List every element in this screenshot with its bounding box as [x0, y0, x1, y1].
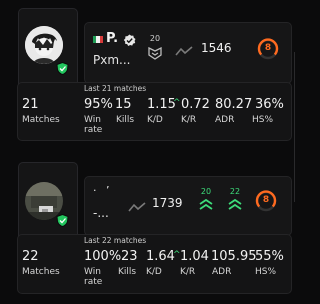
player1-winrate-label-line2: rate: [84, 125, 103, 135]
player1-kd-value: 1.15: [147, 97, 176, 112]
player1-kr-value: 0.72: [181, 97, 210, 112]
player1-nickname[interactable]: Pxm...: [93, 53, 130, 67]
player1-kills-label: Kills: [116, 115, 135, 125]
player2-matches-label: Matches: [22, 267, 60, 277]
player1-elo-trend-icon: [175, 42, 193, 56]
player2-kills-label: Kills: [118, 267, 137, 277]
player2-adr-label: ADR: [212, 267, 232, 277]
player1-rank-number: 20: [149, 34, 161, 43]
player2-last-matches-label: Last 22 matches: [84, 236, 147, 245]
player2-kd-value: 1.64: [146, 249, 175, 264]
player2-hs-label: HS%: [255, 267, 277, 277]
player1-winrate-label: Win rate: [84, 115, 102, 135]
player1-winrate-label-line1: Win: [84, 115, 101, 125]
player1-matches-value: 21: [22, 97, 39, 112]
player1-rank-chevron-icon: [147, 46, 163, 60]
player2-kr-label: K/R: [180, 267, 196, 277]
player1-avatar-image: [25, 26, 63, 64]
player2-rank-left-chevron-icon: [198, 197, 214, 211]
player1-hs-label: HS%: [252, 115, 274, 125]
player1-kr-label: K/R: [181, 115, 197, 125]
player2-matches-value: 22: [22, 249, 39, 264]
player2-winrate-label: Win rate: [84, 267, 102, 287]
player1-verified-badge-icon: [123, 32, 136, 46]
player2-rank-right-number: 22: [229, 187, 241, 196]
player2-hs-value: 55%: [255, 249, 284, 264]
player1-kd-label: K/D: [147, 115, 163, 125]
player2-kills-value: 23: [121, 249, 138, 264]
player1-name[interactable]: P.: [106, 31, 118, 46]
player1-level-badge[interactable]: 8: [257, 38, 279, 60]
player2-kr-value: 1.04: [180, 249, 209, 264]
player2-winrate-value: 100%: [84, 249, 122, 264]
player1-avatar[interactable]: [25, 26, 63, 64]
cards-connector-line: [294, 52, 295, 202]
player2-level-number: 8: [262, 195, 270, 205]
player2-rank-left-number: 20: [200, 187, 212, 196]
player2-nickname[interactable]: -...: [93, 206, 109, 220]
player2-level-badge[interactable]: 8: [255, 190, 277, 212]
player1-adr-label: ADR: [215, 115, 235, 125]
player2-rank-right-chevron-icon: [227, 197, 243, 211]
player1-kr-up-arrow-icon: ^: [173, 98, 181, 108]
player1-adr-value: 80.27: [215, 97, 253, 112]
player2-verified-shield-icon: [56, 212, 69, 228]
player1-elo: 1546: [201, 41, 232, 55]
player1-hs-value: 36%: [255, 97, 284, 112]
player2-kd-label: K/D: [146, 267, 162, 277]
player1-verified-shield-icon: [56, 60, 69, 76]
player2-stats-panel: [17, 234, 292, 294]
player1-last-matches-label: Last 21 matches: [84, 84, 147, 93]
player2-name[interactable]: · ’: [93, 184, 113, 197]
player1-matches-label: Matches: [22, 115, 60, 125]
player2-elo: 1739: [152, 196, 183, 210]
player1-winrate-value: 95%: [84, 97, 113, 112]
player2-winrate-label-line1: Win: [84, 267, 101, 277]
player1-kills-value: 15: [115, 97, 132, 112]
player1-level-number: 8: [264, 43, 272, 53]
player2-elo-trend-icon: [128, 198, 146, 212]
player2-winrate-label-line2: rate: [84, 277, 103, 287]
player2-adr-value: 105.95: [211, 249, 257, 264]
player1-flag-icon: [93, 36, 103, 43]
